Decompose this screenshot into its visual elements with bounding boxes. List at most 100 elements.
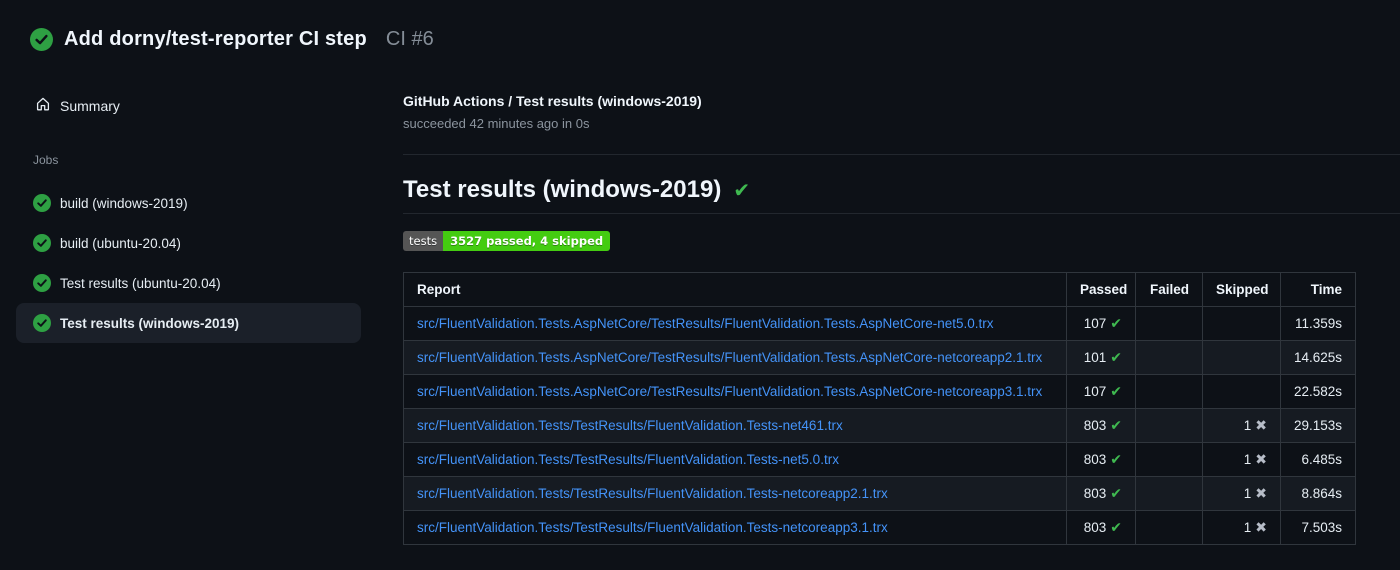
jobs-heading: Jobs	[33, 153, 59, 167]
skipped-x-icon: ✖	[1255, 485, 1267, 501]
report-link[interactable]: src/FluentValidation.Tests/TestResults/F…	[417, 418, 843, 433]
skipped-x-icon: ✖	[1255, 519, 1267, 535]
skipped-x-icon: ✖	[1255, 417, 1267, 433]
passed-cell: 101 ✔	[1066, 340, 1136, 375]
column-header-time: Time	[1280, 272, 1356, 307]
summary-label: Summary	[60, 98, 120, 114]
sidebar-job-item[interactable]: Test results (windows-2019)	[16, 303, 361, 343]
job-success-check-circle-icon	[33, 314, 51, 332]
time-cell: 29.153s	[1280, 408, 1356, 443]
badge-row: tests 3527 passed, 4 skipped	[403, 231, 1400, 251]
badge-label: tests	[403, 231, 444, 251]
tests-badge[interactable]: tests 3527 passed, 4 skipped	[403, 231, 611, 251]
report-link[interactable]: src/FluentValidation.Tests/TestResults/F…	[417, 520, 888, 535]
failed-cell	[1135, 408, 1203, 443]
section-heading: Test results (windows-2019) ✔	[403, 174, 1400, 214]
failed-cell	[1135, 374, 1203, 409]
badge-value: 3527 passed, 4 skipped	[443, 231, 611, 251]
count-value: 1	[1243, 486, 1252, 501]
run-ref: CI #6	[385, 28, 434, 50]
report-link[interactable]: src/FluentValidation.Tests.AspNetCore/Te…	[417, 316, 994, 331]
report-cell: src/FluentValidation.Tests.AspNetCore/Te…	[403, 306, 1067, 341]
report-link[interactable]: src/FluentValidation.Tests.AspNetCore/Te…	[417, 350, 1042, 365]
skipped-cell: 1 ✖	[1202, 408, 1281, 443]
report-cell: src/FluentValidation.Tests/TestResults/F…	[403, 476, 1067, 511]
workflow-run-page: Add dorny/test-reporter CI step CI #6 Su…	[0, 0, 1400, 570]
time-cell: 11.359s	[1280, 306, 1356, 341]
failed-cell	[1135, 476, 1203, 511]
failed-cell	[1135, 306, 1203, 341]
divider	[403, 154, 1400, 155]
report-cell: src/FluentValidation.Tests.AspNetCore/Te…	[403, 340, 1067, 375]
time-cell: 7.503s	[1280, 510, 1356, 545]
passed-cell: 803 ✔	[1066, 476, 1136, 511]
count-value: 107	[1083, 316, 1107, 331]
table-header-row: Report Passed Failed Skipped Time	[403, 272, 1356, 307]
passed-check-icon: ✔	[1110, 315, 1122, 331]
report-cell: src/FluentValidation.Tests/TestResults/F…	[403, 510, 1067, 545]
passed-cell: 803 ✔	[1066, 408, 1136, 443]
skipped-cell	[1202, 374, 1281, 409]
jobs-list: build (windows-2019) build (ubuntu-20.04…	[0, 183, 385, 343]
failed-cell	[1135, 442, 1203, 477]
table-row: src/FluentValidation.Tests/TestResults/F…	[403, 408, 1356, 443]
skipped-x-icon: ✖	[1255, 451, 1267, 467]
section-heading-text: Test results (windows-2019)	[403, 176, 722, 203]
job-success-check-circle-icon	[33, 194, 51, 212]
count-value: 803	[1083, 520, 1107, 535]
column-header-failed: Failed	[1135, 272, 1203, 307]
column-header-report: Report	[403, 272, 1067, 307]
sidebar-job-item[interactable]: Test results (ubuntu-20.04)	[16, 263, 361, 303]
passed-check-icon: ✔	[1110, 383, 1122, 399]
job-success-check-circle-icon	[33, 234, 51, 252]
passed-check-icon: ✔	[1110, 485, 1122, 501]
job-label: build (ubuntu-20.04)	[60, 235, 181, 251]
main-content: GitHub Actions / Test results (windows-2…	[403, 92, 1400, 545]
column-header-passed: Passed	[1066, 272, 1136, 307]
count-value: 1	[1243, 520, 1252, 535]
column-header-skipped: Skipped	[1202, 272, 1281, 307]
job-label: Test results (ubuntu-20.04)	[60, 275, 221, 291]
report-cell: src/FluentValidation.Tests/TestResults/F…	[403, 442, 1067, 477]
time-cell: 22.582s	[1280, 374, 1356, 409]
report-link[interactable]: src/FluentValidation.Tests/TestResults/F…	[417, 486, 888, 501]
skipped-cell: 1 ✖	[1202, 476, 1281, 511]
passed-check-icon: ✔	[1110, 519, 1122, 535]
passed-check-icon: ✔	[1110, 417, 1122, 433]
failed-cell	[1135, 510, 1203, 545]
skipped-cell	[1202, 340, 1281, 375]
test-results-table: Report Passed Failed Skipped Time src/Fl…	[403, 272, 1356, 545]
skipped-cell: 1 ✖	[1202, 442, 1281, 477]
report-cell: src/FluentValidation.Tests.AspNetCore/Te…	[403, 374, 1067, 409]
sidebar-item-summary[interactable]: Summary	[0, 95, 385, 117]
job-label: Test results (windows-2019)	[60, 315, 240, 331]
count-value: 1	[1243, 418, 1252, 433]
passed-cell: 107 ✔	[1066, 374, 1136, 409]
skipped-cell	[1202, 306, 1281, 341]
count-value: 107	[1083, 384, 1107, 399]
table-row: src/FluentValidation.Tests.AspNetCore/Te…	[403, 306, 1356, 341]
count-value: 803	[1083, 486, 1107, 501]
count-value: 803	[1083, 418, 1107, 433]
job-label: build (windows-2019)	[60, 195, 188, 211]
check-run-title: GitHub Actions / Test results (windows-2…	[403, 93, 702, 109]
home-icon	[35, 96, 51, 117]
report-link[interactable]: src/FluentValidation.Tests.AspNetCore/Te…	[417, 384, 1042, 399]
sidebar-job-item[interactable]: build (ubuntu-20.04)	[16, 223, 361, 263]
time-cell: 14.625s	[1280, 340, 1356, 375]
table-row: src/FluentValidation.Tests/TestResults/F…	[403, 510, 1356, 545]
count-value: 101	[1083, 350, 1107, 365]
time-cell: 8.864s	[1280, 476, 1356, 511]
table-row: src/FluentValidation.Tests/TestResults/F…	[403, 442, 1356, 477]
table-row: src/FluentValidation.Tests.AspNetCore/Te…	[403, 374, 1356, 409]
count-value: 803	[1083, 452, 1107, 467]
sidebar-job-item[interactable]: build (windows-2019)	[16, 183, 361, 223]
passed-cell: 803 ✔	[1066, 510, 1136, 545]
heading-check-icon: ✔	[733, 180, 751, 202]
job-success-check-circle-icon	[33, 274, 51, 292]
passed-check-icon: ✔	[1110, 349, 1122, 365]
check-run-status: succeeded 42 minutes ago in 0s	[403, 116, 590, 131]
report-link[interactable]: src/FluentValidation.Tests/TestResults/F…	[417, 452, 839, 467]
count-value: 1	[1243, 452, 1252, 467]
sidebar: Summary Jobs build (windows-2019) build …	[0, 0, 385, 343]
